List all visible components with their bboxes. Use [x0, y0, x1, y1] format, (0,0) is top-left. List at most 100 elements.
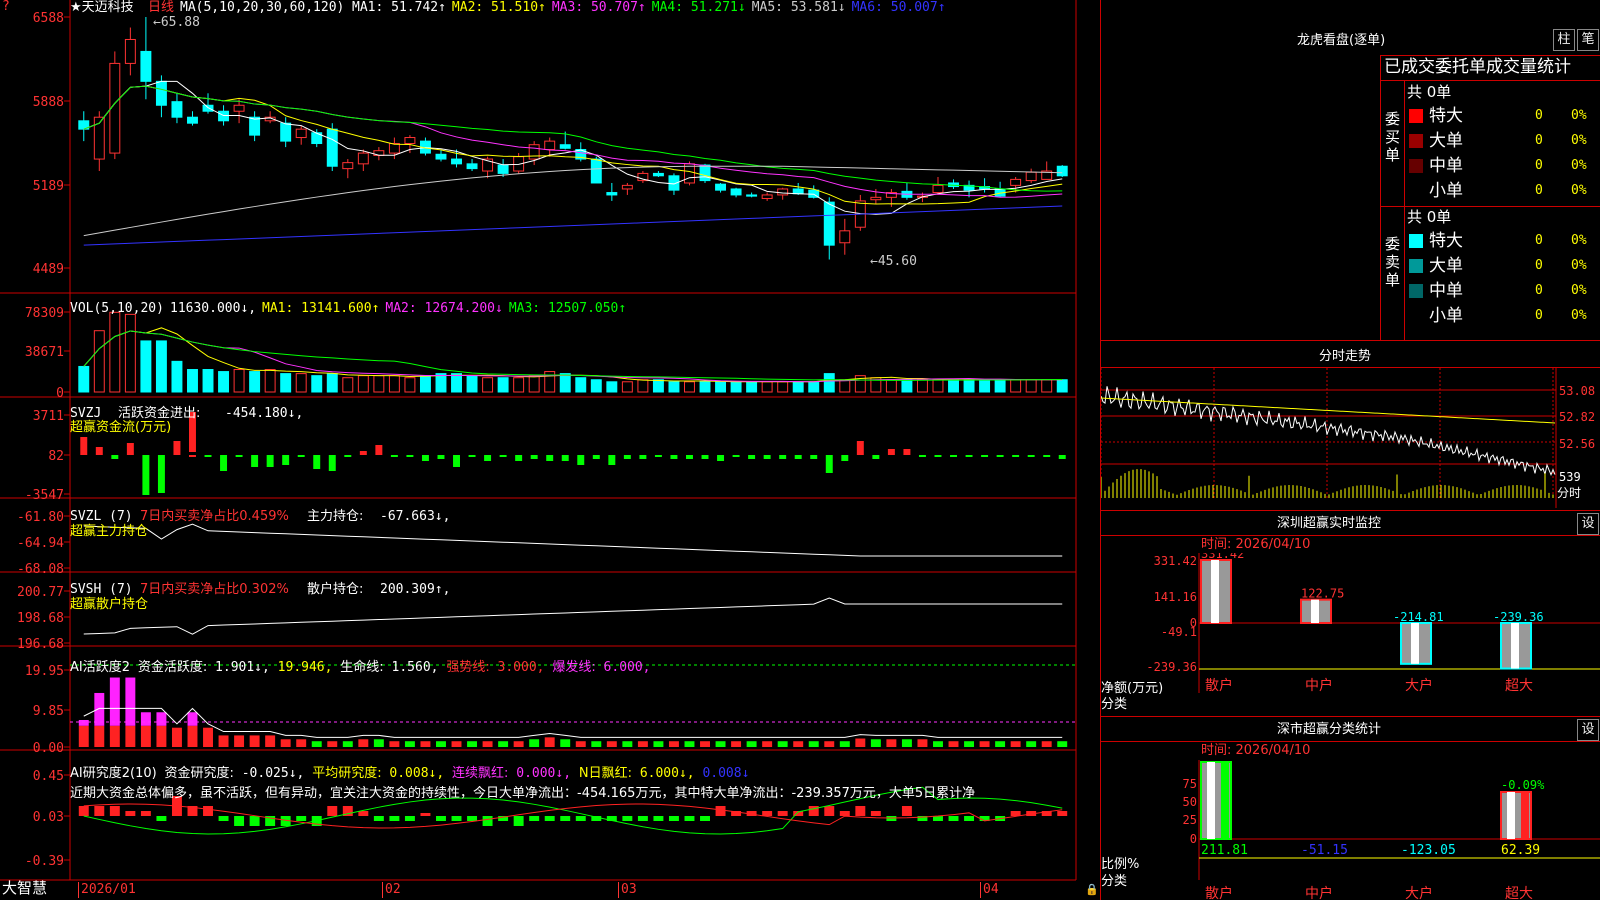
- ai2-bar: [870, 811, 881, 816]
- tick-mode-button[interactable]: 笔: [1577, 29, 1599, 51]
- candle-body: [497, 164, 509, 174]
- svzj-bar: [126, 443, 134, 455]
- bar-mode-button[interactable]: 柱: [1553, 29, 1575, 51]
- ai2-bar: [296, 816, 307, 821]
- ai1-base-bar: [793, 741, 804, 747]
- sz-class-time: 时间: 2026/04/10: [1201, 743, 1311, 758]
- volume-bar: [948, 379, 959, 393]
- candle-body: [559, 144, 571, 149]
- volume-bar: [885, 379, 897, 393]
- sz-monitor-settings-button[interactable]: 设: [1577, 513, 1599, 535]
- sell-pct-3: 0%: [1571, 283, 1587, 298]
- sz-class-settings-button[interactable]: 设: [1577, 719, 1599, 741]
- volume-bar: [171, 360, 183, 393]
- svzj-bar: [251, 455, 259, 467]
- svzj-bar: [313, 455, 321, 469]
- vol-ma-values: MA1: 13141.600↑ MA2: 12674.200↓ MA3: 12507…: [262, 301, 632, 317]
- ma-item-1: MA1: 13141.600↑: [262, 301, 380, 316]
- ai1-base-bar: [637, 741, 648, 747]
- svzj-bar: [1043, 455, 1051, 457]
- ai1-base-bar: [156, 725, 167, 747]
- ai1-v5: 6.000,: [603, 660, 651, 675]
- ai1-tick-0: 19.95: [25, 664, 64, 679]
- candle-body: [839, 230, 851, 244]
- intraday-chart[interactable]: 53.08 52.82 52.56 539 分时: [1101, 368, 1600, 508]
- svzj-bar: [220, 455, 228, 471]
- sz-mon-val-0: 331.42: [1201, 553, 1244, 561]
- period-label[interactable]: 日线: [148, 0, 174, 16]
- sz-mon-cat-2: 大户: [1405, 677, 1433, 693]
- ma-item-5: MA5: 53.581↓: [751, 0, 846, 15]
- buy-pct-4: 0%: [1571, 183, 1587, 198]
- candle-body: [140, 50, 152, 82]
- volume-bar: [621, 381, 633, 393]
- candle-body: [730, 188, 742, 196]
- volume-bar: [78, 365, 90, 393]
- candle-body: [404, 137, 416, 145]
- volume-bar: [916, 379, 928, 393]
- sell-row-2: 大单 0 0%: [1404, 254, 1600, 278]
- candle-body: [124, 38, 136, 64]
- ai2-bar: [389, 816, 400, 821]
- candle-body: [777, 188, 789, 196]
- sz-cls-tick-3: 0: [1190, 832, 1197, 846]
- sell-total: 共 0单: [1407, 208, 1452, 226]
- ai2-bar: [777, 811, 788, 816]
- svzj-bar: [918, 455, 926, 457]
- ai1-base-bar: [482, 741, 493, 747]
- kline-tick-0: 6588: [33, 11, 64, 26]
- ai2-bar: [109, 806, 120, 816]
- volume-bar: [699, 381, 711, 393]
- ai1-top-bar: [140, 712, 151, 726]
- ai1-top-bar: [187, 712, 198, 726]
- candle-body: [466, 163, 478, 170]
- vol-label: VOL(5,10,20): [70, 301, 164, 316]
- ai1-v4: 3.000,: [497, 660, 545, 675]
- ai2-bar: [482, 816, 493, 826]
- buy-row-3: 中单 0 0%: [1404, 154, 1600, 178]
- ai1-base-bar: [529, 739, 540, 747]
- ai1-base-bar: [420, 741, 431, 747]
- sz-cls-bar-hl-3: [1507, 792, 1515, 839]
- candle-body: [249, 116, 261, 136]
- ai2-bar: [684, 816, 695, 821]
- svzj-bar: [561, 455, 569, 461]
- volume-bar: [435, 373, 447, 393]
- ai1-top-bar: [109, 677, 120, 726]
- ai1-base-bar: [684, 741, 695, 747]
- svzj-bar: [856, 441, 864, 455]
- candle-body: [932, 184, 944, 194]
- ai1-base-bar: [94, 725, 105, 747]
- sell-pct-2: 0%: [1571, 258, 1587, 273]
- vol-value: 11630.000↓,: [170, 301, 257, 316]
- volume-bar: [684, 381, 695, 393]
- ai2-bar: [668, 816, 679, 821]
- ai1-base-bar: [964, 741, 975, 747]
- ai1-base-bar: [1057, 741, 1068, 747]
- stock-chart[interactable]: 6588 5888 5189 4489 78309 38671 0 3711 82 -3547 -6…: [0, 0, 1100, 900]
- volume-bar: [606, 381, 618, 393]
- svzj-bar: [592, 455, 600, 459]
- volume-bar: [373, 375, 385, 393]
- sz-monitor-time: 时间: 2026/04/10: [1201, 537, 1311, 552]
- ai1-base-bar: [979, 741, 990, 747]
- svzj-bar: [421, 455, 429, 461]
- ai2-bar: [125, 811, 136, 816]
- ai2-comment: 近期大资金总体偏多，虽不活跃，但有异动，宜关注大资金的持续性，今日大单净流出：-…: [70, 786, 976, 801]
- volume-bar: [311, 375, 323, 393]
- svzj-bar: [266, 455, 274, 467]
- kline-tick-3: 4489: [33, 262, 64, 277]
- svzj-bar: [810, 455, 818, 459]
- sz-cls-val-0: 211.81: [1201, 843, 1248, 858]
- svzj-bar: [1027, 455, 1035, 457]
- vol-tick-0: 78309: [25, 306, 64, 321]
- ai2-t3: 连续飘红:: [452, 766, 509, 781]
- svzj-bar: [748, 455, 756, 459]
- ai1-v3: 1.560,: [391, 660, 439, 675]
- lock-icon[interactable]: 🔒: [1085, 882, 1099, 898]
- sell-swatch-4: [1409, 309, 1423, 323]
- ai2-bar: [436, 816, 446, 821]
- volume-bar: [901, 379, 913, 393]
- svzj-bar: [111, 455, 119, 459]
- menu-icon[interactable]: ?: [2, 0, 10, 15]
